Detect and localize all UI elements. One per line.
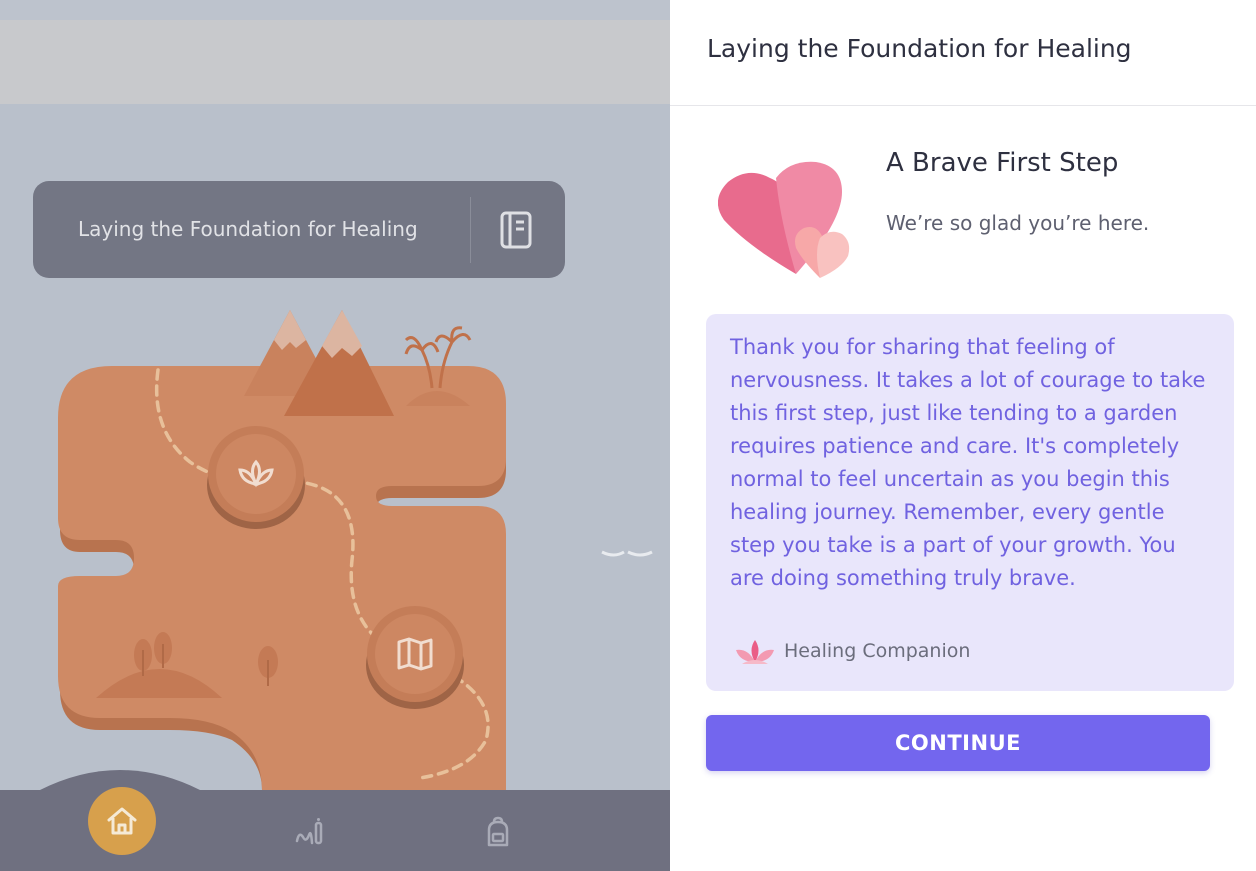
drawer-title: Laying the Foundation for Healing [707,34,1132,63]
home-icon [107,807,137,835]
step-subtitle: We’re so glad you’re here. [886,211,1150,235]
nav-home-button[interactable] [88,787,156,855]
journey-map [58,310,506,790]
companion-name: Healing Companion [784,640,971,662]
unit-banner-divider [470,197,471,263]
hearts-illustration [718,161,850,278]
map-node-icon[interactable] [396,636,434,672]
journal-icon [295,818,323,845]
step-title: A Brave First Step [886,148,1119,178]
companion-signature: Healing Companion [734,634,970,668]
notebook-icon [500,211,532,249]
unit-title: Laying the Foundation for Healing [78,217,418,241]
nav-journal-button[interactable] [290,812,330,852]
continue-button[interactable]: CONTINUE [706,715,1210,771]
lotus-icon [736,640,774,664]
backpack-icon [487,816,509,847]
companion-message-card: Thank you for sharing that feeling of ne… [706,314,1234,691]
app-background: Laying the Foundation for Healing [0,0,670,871]
companion-message-text: Thank you for sharing that feeling of ne… [730,335,1206,590]
nav-backpack-button[interactable] [478,812,518,852]
drawer-header: Laying the Foundation for Healing [670,0,1256,106]
lesson-drawer: Laying the Foundation for Healing A Brav… [670,0,1256,871]
lotus-node-icon[interactable] [236,458,276,490]
guidebook-button[interactable] [495,209,537,251]
decorative-marks [601,550,653,557]
unit-banner[interactable]: Laying the Foundation for Healing [33,181,565,278]
